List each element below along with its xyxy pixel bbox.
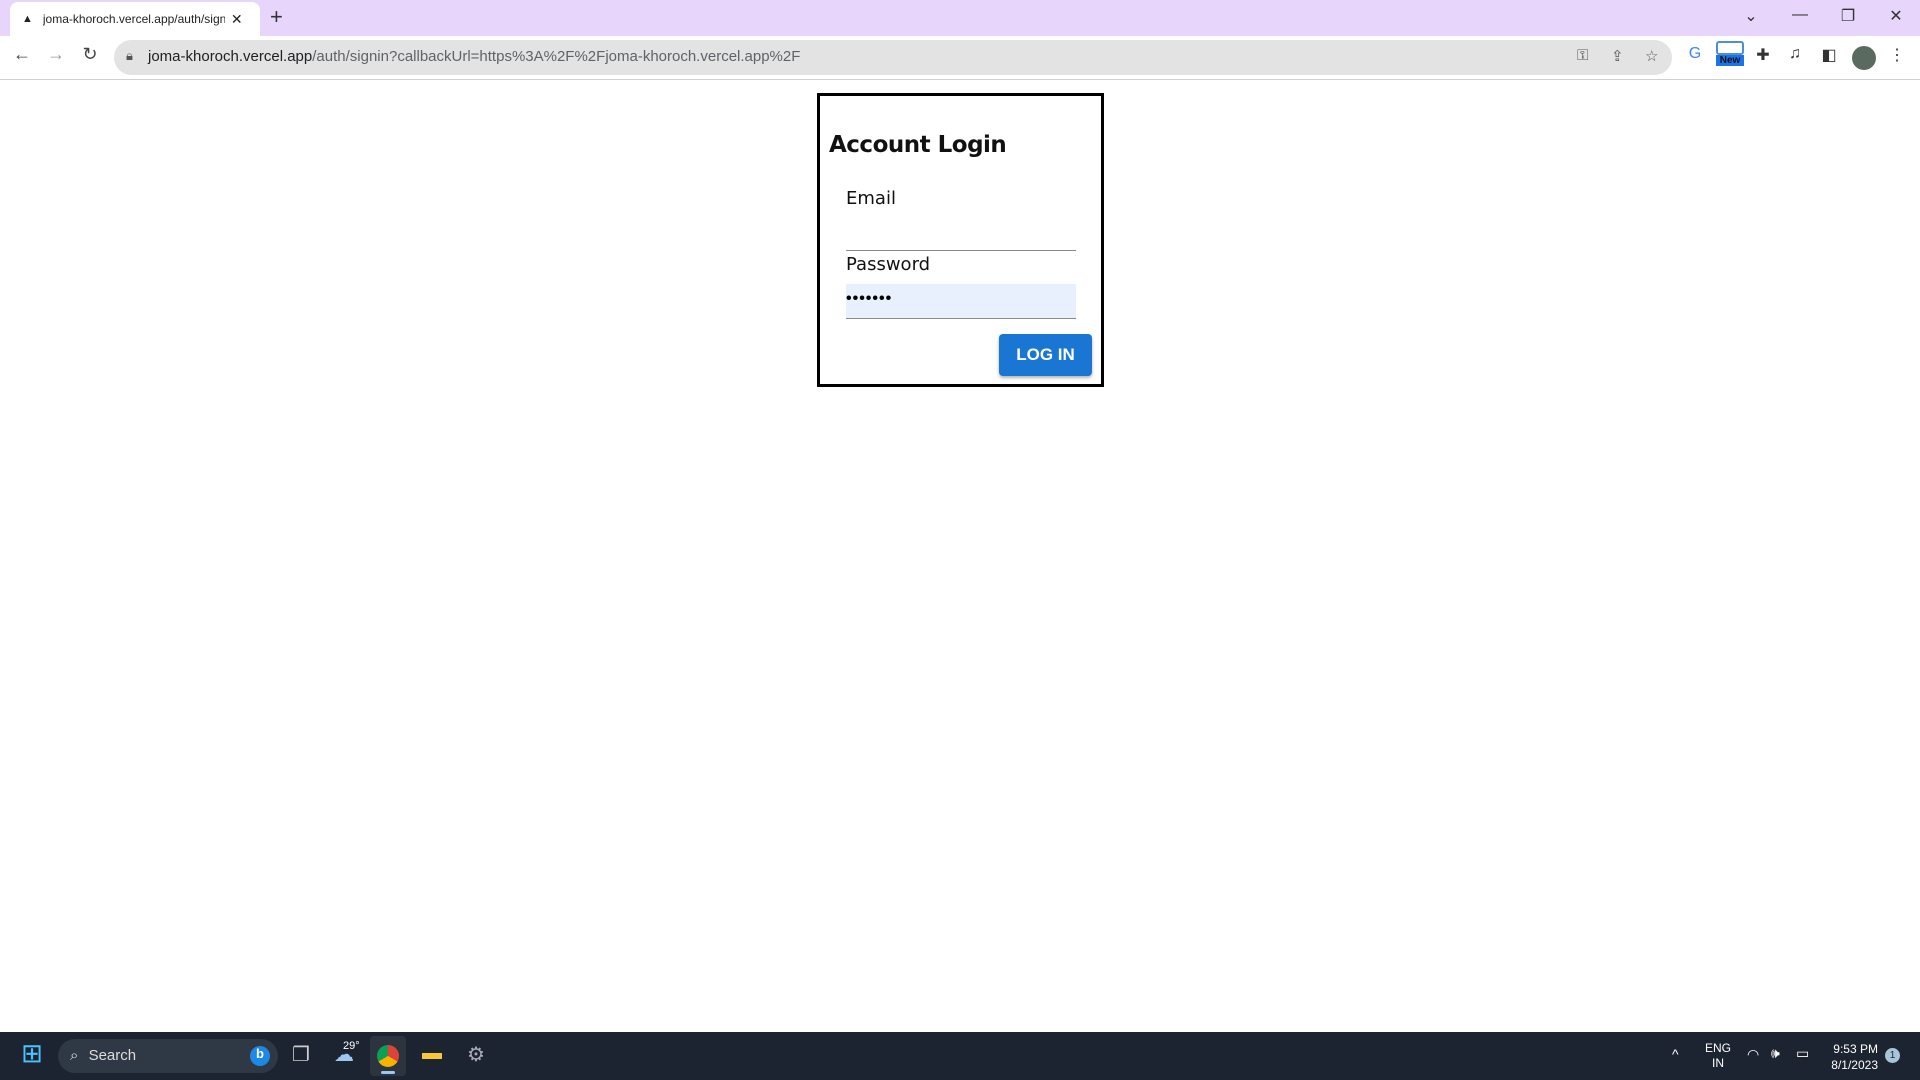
date: 8/1/2023 xyxy=(1831,1058,1878,1072)
close-window-button[interactable]: ✕ xyxy=(1881,6,1911,26)
close-tab-icon[interactable]: ✕ xyxy=(231,11,243,28)
show-hidden-icons-chevron[interactable]: ^ xyxy=(1672,1046,1679,1062)
extension-new-icon[interactable]: New xyxy=(1716,41,1744,75)
tab-search-chevron-icon[interactable]: ⌄ xyxy=(1736,6,1766,26)
taskbar-search[interactable]: ⌕ Search b xyxy=(58,1039,278,1073)
taskbar: ⊞ ⌕ Search b ❐ ☁ 29° ▬ ⚙ ^ ENG IN ◠ 🕪︎ ▭ … xyxy=(0,1032,1920,1080)
clock[interactable]: 9:53 PM 8/1/2023 xyxy=(1826,1041,1878,1073)
google-translate-icon[interactable]: G xyxy=(1682,45,1708,63)
url-text[interactable]: joma-khoroch.vercel.app/auth/signin?call… xyxy=(148,48,800,65)
media-control-icon[interactable]: ♫ xyxy=(1782,45,1808,63)
reload-button[interactable]: ↻ xyxy=(78,44,102,65)
windows-start-icon[interactable]: ⊞ xyxy=(17,1038,47,1069)
weather-temp: 29° xyxy=(343,1040,360,1052)
search-placeholder: Search xyxy=(88,1047,137,1064)
extension-badge: New xyxy=(1716,55,1744,66)
key-icon[interactable]: ⚿ xyxy=(1577,47,1588,64)
login-button[interactable]: LOG IN xyxy=(999,334,1092,376)
address-bar[interactable]: 🔒︎ joma-khoroch.vercel.app/auth/signin?c… xyxy=(114,40,1672,75)
time: 9:53 PM xyxy=(1833,1042,1878,1056)
settings-gear-icon[interactable]: ⚙ xyxy=(461,1042,491,1067)
volume-icon[interactable]: 🕪︎ xyxy=(1771,1045,1780,1062)
battery-icon[interactable]: ▭ xyxy=(1796,1045,1809,1062)
wifi-icon[interactable]: ◠ xyxy=(1747,1046,1759,1063)
login-card: Account Login Email Password ••••••• LOG… xyxy=(817,93,1104,387)
search-icon: ⌕ xyxy=(70,1047,79,1064)
password-field[interactable]: ••••••• xyxy=(846,284,1076,319)
page-title: Account Login xyxy=(829,132,1007,158)
browser-tab[interactable]: ▲ joma-khoroch.vercel.app/auth/signin ✕ xyxy=(10,2,260,36)
language-indicator[interactable]: ENG IN xyxy=(1705,1041,1731,1071)
star-icon[interactable]: ☆ xyxy=(1645,47,1658,65)
vercel-triangle-icon: ▲ xyxy=(22,13,33,25)
file-explorer-icon[interactable]: ▬ xyxy=(417,1042,447,1065)
password-label: Password xyxy=(846,254,931,275)
tab-title: joma-khoroch.vercel.app/auth/signin xyxy=(42,12,225,26)
profile-avatar[interactable] xyxy=(1852,46,1876,70)
region: IN xyxy=(1712,1056,1724,1070)
email-label: Email xyxy=(846,188,896,209)
notification-badge[interactable]: 1 xyxy=(1885,1048,1900,1063)
forward-button[interactable]: → xyxy=(44,44,68,65)
minimize-button[interactable]: — xyxy=(1785,6,1815,24)
lock-icon: 🔒︎ xyxy=(126,48,133,63)
puzzle-extensions-icon[interactable]: ✚ xyxy=(1750,45,1776,65)
chrome-icon xyxy=(377,1045,399,1067)
share-icon[interactable]: ⇪ xyxy=(1611,47,1624,65)
url-host: joma-khoroch.vercel.app xyxy=(148,48,313,65)
chrome-taskbar-button[interactable] xyxy=(370,1036,406,1076)
back-button[interactable]: ← xyxy=(10,44,34,65)
language: ENG xyxy=(1705,1041,1732,1055)
email-field[interactable] xyxy=(846,218,1076,251)
restore-button[interactable]: ❐ xyxy=(1833,6,1863,26)
browser-toolbar: ← → ↻ 🔒︎ joma-khoroch.vercel.app/auth/si… xyxy=(0,36,1920,80)
new-tab-button[interactable]: + xyxy=(270,4,283,30)
side-panel-icon[interactable]: ◧ xyxy=(1816,45,1842,65)
task-view-icon[interactable]: ❐ xyxy=(286,1042,316,1067)
tab-strip: ▲ joma-khoroch.vercel.app/auth/signin ✕ … xyxy=(0,0,1920,36)
kebab-menu-icon[interactable]: ⋮ xyxy=(1884,45,1910,65)
url-path: /auth/signin?callbackUrl=https%3A%2F%2Fj… xyxy=(312,48,801,65)
bing-icon[interactable]: b xyxy=(250,1046,270,1066)
